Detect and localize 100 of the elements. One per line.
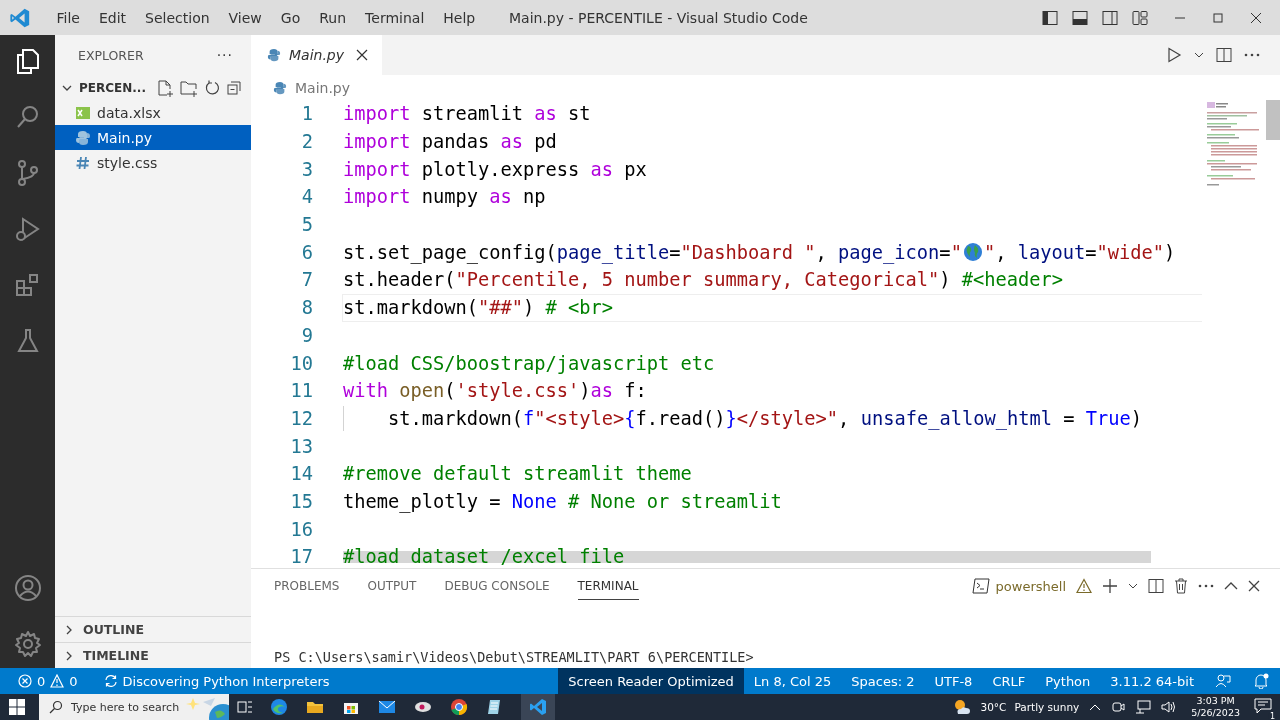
scrollbar-thumb[interactable]	[1266, 100, 1280, 140]
run-debug-icon[interactable]	[13, 215, 42, 243]
close-icon[interactable]	[1250, 11, 1262, 24]
folder-name[interactable]: PERCEN...	[79, 79, 146, 96]
terminal-name[interactable]: powershell	[995, 578, 1066, 594]
split-editor-icon[interactable]	[1216, 47, 1232, 63]
chevron-down-icon[interactable]	[1194, 50, 1204, 60]
more-icon[interactable]	[1198, 584, 1214, 588]
collapse-all-icon[interactable]	[225, 79, 242, 96]
explorer-file[interactable]: data.xlsx	[55, 100, 251, 125]
status-item[interactable]: Spaces: 2	[841, 668, 925, 694]
menu-item[interactable]: Selection	[135, 9, 220, 26]
notifications-icon[interactable]	[1253, 673, 1269, 689]
code-comment: #load dataset /excel file	[343, 546, 625, 568]
trash-icon[interactable]	[1174, 578, 1188, 594]
sync-icon[interactable]	[103, 674, 118, 688]
code-text: theme_plotly =	[343, 490, 502, 512]
parameter-name: layout	[1017, 241, 1086, 263]
account-icon[interactable]	[13, 574, 42, 602]
volume-icon[interactable]	[1161, 700, 1178, 714]
code-text: np	[522, 186, 546, 208]
terminal-icon	[971, 578, 990, 594]
explorer-file[interactable]: Main.py	[55, 125, 251, 150]
menu-item[interactable]: Terminal	[355, 9, 434, 26]
menu-item[interactable]: View	[219, 9, 272, 26]
chevron-down-icon[interactable]	[1128, 581, 1138, 591]
error-icon[interactable]	[18, 674, 32, 688]
status-item[interactable]: UTF-8	[924, 668, 983, 694]
weather-icon[interactable]	[952, 698, 973, 716]
run-icon[interactable]	[1166, 47, 1182, 63]
menu-item[interactable]: Edit	[89, 9, 136, 26]
code-text: =	[669, 241, 681, 263]
code-text: =	[1085, 241, 1097, 263]
maximize-icon[interactable]	[1212, 11, 1224, 24]
menu-item[interactable]: Run	[309, 9, 356, 26]
code-text: st.header(	[343, 269, 456, 291]
string-literal: "Dashboard "	[680, 241, 816, 263]
line-number: 13	[289, 435, 313, 457]
windows-icon[interactable]	[9, 699, 25, 715]
editor-tab[interactable]: Main.py	[251, 35, 382, 75]
plus-icon[interactable]	[1102, 578, 1118, 594]
sidebar-toggle-icon[interactable]	[1042, 9, 1058, 26]
new-folder-icon[interactable]	[179, 78, 198, 97]
split-layout-icon[interactable]	[1102, 9, 1118, 26]
new-file-icon[interactable]	[155, 78, 174, 97]
layout-icon[interactable]	[1132, 9, 1148, 26]
browser-icon[interactable]	[269, 697, 289, 717]
settings-icon[interactable]	[13, 630, 42, 658]
split-terminal-icon[interactable]	[1148, 578, 1164, 594]
code-text: st.set_page_config(	[343, 241, 557, 263]
temperature[interactable]: 30°C	[980, 701, 1007, 713]
code-text: ,	[995, 241, 1008, 263]
code-comment: # <br>	[545, 297, 614, 319]
panel-toggle-icon[interactable]	[1072, 9, 1088, 26]
close-icon[interactable]	[1248, 580, 1260, 592]
menu-item[interactable]: Help	[433, 9, 485, 26]
panel-tab[interactable]: OUTPUT	[367, 572, 417, 600]
panel-tab[interactable]: PROBLEMS	[274, 572, 340, 600]
more-icon[interactable]	[1244, 53, 1260, 57]
more-actions[interactable]: ···	[216, 47, 233, 63]
chrome-icon[interactable]	[449, 697, 469, 717]
line-number: 15	[289, 490, 313, 512]
panel-tab[interactable]: TERMINAL	[577, 572, 639, 600]
menu-item[interactable]: Go	[271, 9, 310, 26]
keyword: as	[590, 380, 614, 402]
refresh-icon[interactable]	[203, 79, 220, 96]
status-item[interactable]: Ln 8, Col 25	[743, 668, 842, 694]
close-icon[interactable]	[356, 49, 368, 61]
status-item[interactable]: Python	[1035, 668, 1101, 694]
code-text: =	[939, 241, 951, 263]
constant: f	[523, 407, 535, 429]
warning-icon	[1076, 578, 1092, 594]
notification-count: 1	[1267, 712, 1277, 720]
task-status[interactable]: Discovering Python Interpreters	[122, 673, 330, 689]
warning-icon[interactable]	[50, 674, 65, 688]
weather-text[interactable]: Partly sunny	[1014, 701, 1080, 713]
code-editor-icon[interactable]	[521, 694, 555, 720]
line-number: 8	[300, 297, 313, 319]
notification-center-icon[interactable]	[1254, 698, 1272, 714]
status-item[interactable]: Screen Reader Optimized	[558, 668, 744, 694]
breadcrumb[interactable]: Main.py	[295, 79, 351, 96]
clock-time[interactable]: 3:03 PM	[1196, 695, 1235, 707]
meet-icon[interactable]	[1111, 700, 1126, 714]
clock-date[interactable]: 5/26/2023	[1191, 707, 1240, 719]
explorer-file[interactable]: style.css	[55, 150, 251, 175]
task-view-icon[interactable]	[237, 700, 253, 714]
feedback-icon[interactable]	[1215, 673, 1231, 689]
network-icon[interactable]	[1135, 700, 1152, 714]
chevron-up-icon[interactable]	[1224, 581, 1238, 591]
code-text: st	[567, 103, 591, 125]
globe-icon	[962, 242, 983, 263]
status-item[interactable]: CRLF	[982, 668, 1036, 694]
keyword: as	[534, 103, 557, 125]
taskbar-search-field[interactable]: Type here to search	[39, 694, 229, 720]
code-comment: #remove default streamlit theme	[343, 463, 692, 485]
warning-count[interactable]: 0	[69, 673, 78, 689]
error-count[interactable]: 0	[37, 673, 46, 689]
panel-tab[interactable]: DEBUG CONSOLE	[444, 572, 550, 600]
menu-item[interactable]: File	[47, 9, 90, 26]
status-item[interactable]: 3.11.2 64-bit	[1100, 668, 1204, 694]
